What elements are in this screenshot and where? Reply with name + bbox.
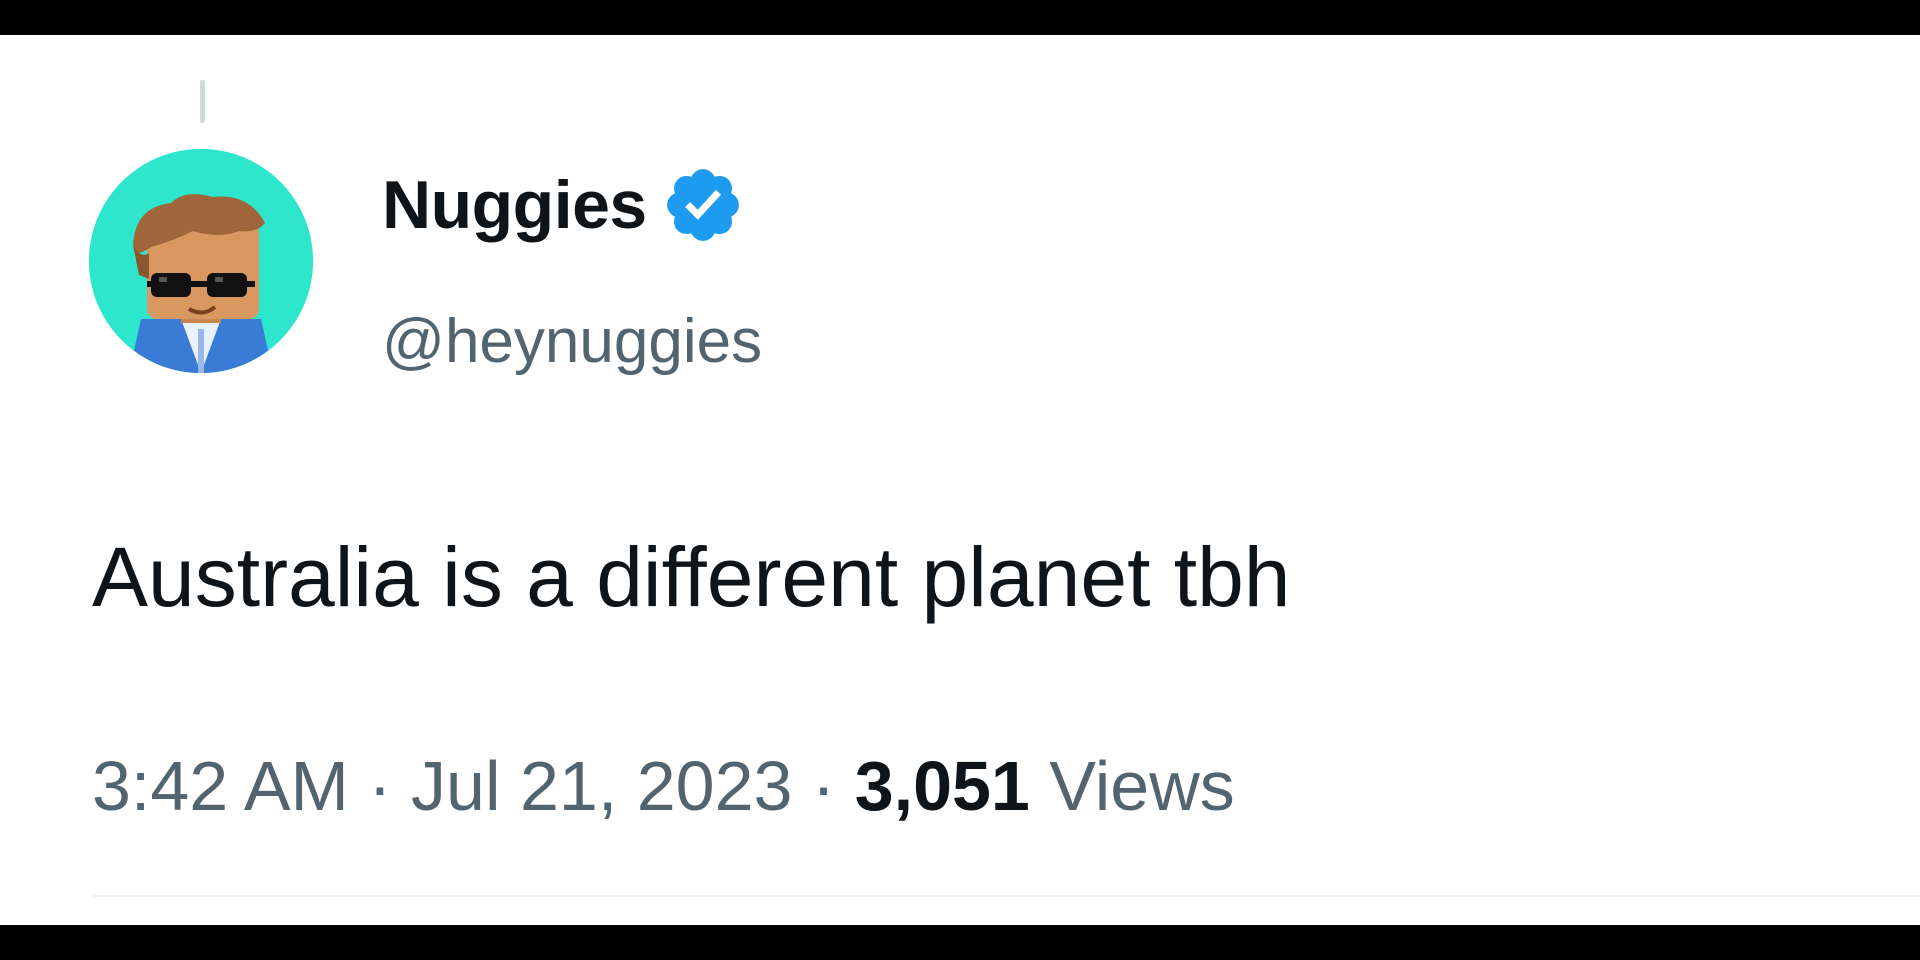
- views-count: 3,051: [854, 747, 1030, 825]
- author-name-row[interactable]: Nuggies: [382, 163, 745, 247]
- letterbox-top: [0, 0, 1920, 35]
- verified-badge-icon: [666, 169, 739, 241]
- divider: [92, 895, 1920, 897]
- letterbox-bottom: [0, 925, 1920, 960]
- cartoon-avatar-icon: [89, 149, 313, 373]
- avatar[interactable]: [89, 149, 313, 373]
- tweet-date[interactable]: Jul 21, 2023: [411, 747, 792, 825]
- author-handle[interactable]: @heynuggies: [382, 311, 762, 373]
- author-display-name[interactable]: Nuggies: [382, 171, 647, 239]
- tweet-text: Australia is a different planet tbh: [92, 530, 1291, 624]
- tweet-time[interactable]: 3:42 AM: [92, 747, 349, 825]
- thread-connector-line: [200, 80, 205, 123]
- meta-separator: ·: [368, 747, 392, 825]
- tweet-card: Nuggies @heynuggies Australia is a diffe…: [0, 35, 1920, 925]
- views-label: Views: [1049, 747, 1235, 825]
- meta-separator: ·: [811, 747, 836, 825]
- tweet-metadata: 3:42 AM · Jul 21, 2023 · 3,051 Views: [92, 751, 1235, 821]
